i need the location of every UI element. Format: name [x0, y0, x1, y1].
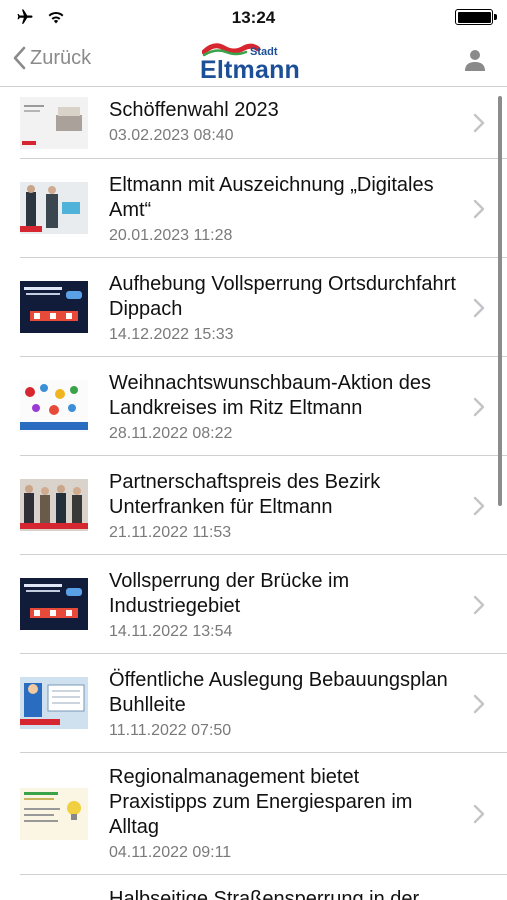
news-text: Partnerschaftspreis des Bezirk Unterfran…: [109, 470, 457, 544]
news-row[interactable]: Eltmann mit Auszeichnung „Digitales Amt“…: [0, 159, 507, 258]
nav-bar: Zurück Stadt Eltmann: [0, 34, 507, 87]
profile-icon[interactable]: [463, 48, 487, 72]
news-text: Weihnachtswunschbaum-Aktion des Landkrei…: [109, 371, 457, 445]
chevron-right-icon: [473, 397, 485, 417]
news-text: Öffentliche Auslegung Bebauungsplan Buhl…: [109, 668, 457, 742]
scrollbar[interactable]: [498, 96, 502, 506]
news-title: Öffentliche Auslegung Bebauungsplan Buhl…: [109, 669, 448, 716]
news-title: Regionalmanagement bietet Praxistipps zu…: [109, 766, 413, 838]
news-row[interactable]: Partnerschaftspreis des Bezirk Unterfran…: [0, 456, 507, 555]
status-time: 13:24: [231, 8, 276, 27]
news-text: Vollsperrung der Brücke im Industriegebi…: [109, 569, 457, 643]
news-date: 04.11.2022 09:11: [109, 844, 232, 861]
logo-name-text: Eltmann: [200, 56, 301, 84]
news-title: Eltmann mit Auszeichnung „Digitales Amt“: [109, 174, 434, 221]
news-text: Eltmann mit Auszeichnung „Digitales Amt“…: [109, 173, 457, 247]
news-date: 20.01.2023 11:28: [109, 227, 233, 244]
chevron-right-icon: [473, 694, 485, 714]
news-row[interactable]: Weihnachtswunschbaum-Aktion des Landkrei…: [0, 357, 507, 456]
news-text: Halbseitige Straßensperrung in der: [109, 887, 457, 900]
chevron-right-icon: [473, 496, 485, 516]
chevron-right-icon: [473, 199, 485, 219]
news-text: Aufhebung Vollsperrung Ortsdurchfahrt Di…: [109, 272, 457, 346]
news-list: Schöffenwahl 2023 03.02.2023 08:40 Eltma…: [0, 87, 507, 900]
news-thumbnail: [20, 97, 88, 149]
news-title: Aufhebung Vollsperrung Ortsdurchfahrt Di…: [109, 273, 456, 320]
chevron-right-icon: [473, 113, 485, 133]
eltmann-logo[interactable]: Stadt Eltmann: [196, 40, 306, 84]
news-title: Partnerschaftspreis des Bezirk Unterfran…: [109, 471, 381, 518]
back-button[interactable]: Zurück: [12, 46, 91, 70]
news-thumbnail: [20, 380, 88, 432]
news-thumbnail: [20, 479, 88, 531]
news-row[interactable]: Schöffenwahl 2023 03.02.2023 08:40: [0, 87, 507, 159]
back-label: Zurück: [30, 46, 92, 69]
news-thumbnail: [20, 281, 88, 333]
chevron-right-icon: [473, 595, 485, 615]
news-thumbnail: [20, 677, 88, 729]
news-thumbnail: [20, 182, 88, 234]
news-row[interactable]: Vollsperrung der Brücke im Industriegebi…: [0, 555, 507, 654]
news-thumbnail: [20, 788, 88, 840]
news-date: 11.11.2022 07:50: [109, 722, 232, 739]
news-row[interactable]: Regionalmanagement bietet Praxistipps zu…: [0, 753, 507, 875]
news-date: 28.11.2022 08:22: [109, 425, 233, 442]
chevron-right-icon: [473, 804, 485, 824]
news-date: 03.02.2023 08:40: [109, 127, 234, 144]
news-row[interactable]: Aufhebung Vollsperrung Ortsdurchfahrt Di…: [0, 258, 507, 357]
news-date: 14.12.2022 15:33: [109, 326, 234, 343]
news-title: Weihnachtswunschbaum-Aktion des Landkrei…: [109, 372, 432, 419]
news-thumbnail: [20, 578, 88, 630]
news-text: Regionalmanagement bietet Praxistipps zu…: [109, 765, 457, 864]
battery-icon: [455, 9, 497, 25]
news-date: 21.11.2022 11:53: [109, 524, 232, 541]
news-row[interactable]: Halbseitige Straßensperrung in der: [0, 875, 507, 900]
news-title: Halbseitige Straßensperrung in der: [109, 888, 420, 900]
status-bar: 13:24: [0, 0, 507, 34]
news-date: 14.11.2022 13:54: [109, 623, 233, 640]
news-title: Vollsperrung der Brücke im Industriegebi…: [109, 570, 350, 617]
chevron-right-icon: [473, 298, 485, 318]
news-title: Schöffenwahl 2023: [109, 99, 279, 121]
chevron-left-icon: [13, 46, 26, 70]
news-row[interactable]: Öffentliche Auslegung Bebauungsplan Buhl…: [0, 654, 507, 753]
news-text: Schöffenwahl 2023 03.02.2023 08:40: [109, 98, 457, 147]
